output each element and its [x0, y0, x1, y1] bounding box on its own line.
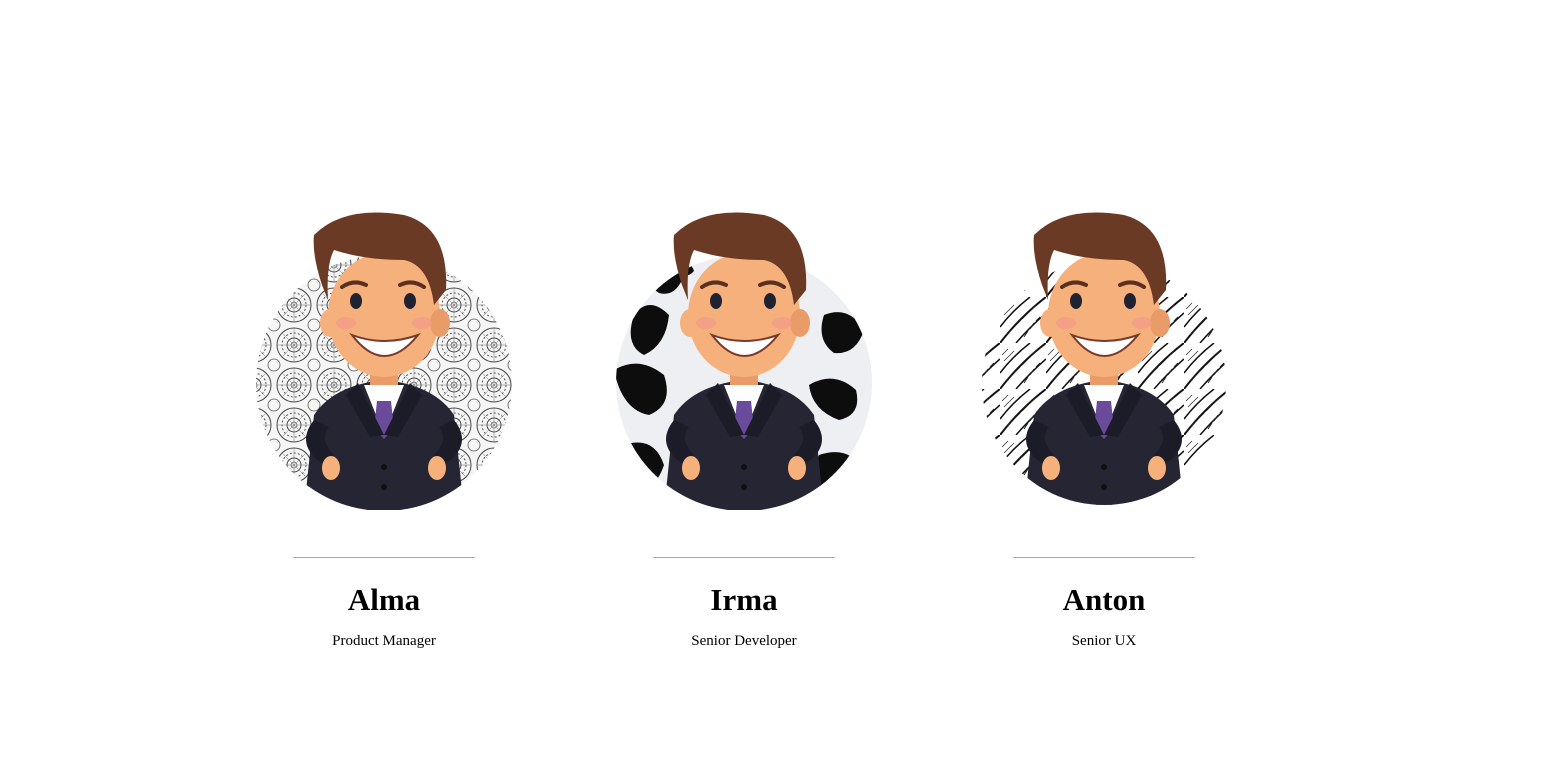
avatar [594, 205, 894, 510]
member-name: Alma [347, 582, 421, 617]
card-divider [293, 557, 475, 558]
businessman-avatar-icon [616, 212, 872, 510]
member-name: Anton [1062, 582, 1146, 617]
team-section: Alma Product Manager Irma Senior Develop… [0, 0, 1550, 777]
member-role: Senior UX [1071, 633, 1137, 649]
card-divider [1013, 557, 1195, 558]
avatar [954, 205, 1254, 510]
member-role: Senior Developer [691, 633, 797, 649]
businessman-avatar-icon [256, 212, 512, 510]
businessman-avatar-icon [982, 212, 1226, 505]
avatar [234, 205, 534, 510]
card-divider [653, 557, 835, 558]
team-card-anton: Anton Senior UX [954, 205, 1254, 650]
team-card-irma: Irma Senior Developer [594, 205, 894, 650]
member-name: Irma [710, 582, 778, 617]
team-card-alma: Alma Product Manager [234, 205, 534, 650]
member-role: Product Manager [332, 633, 436, 649]
